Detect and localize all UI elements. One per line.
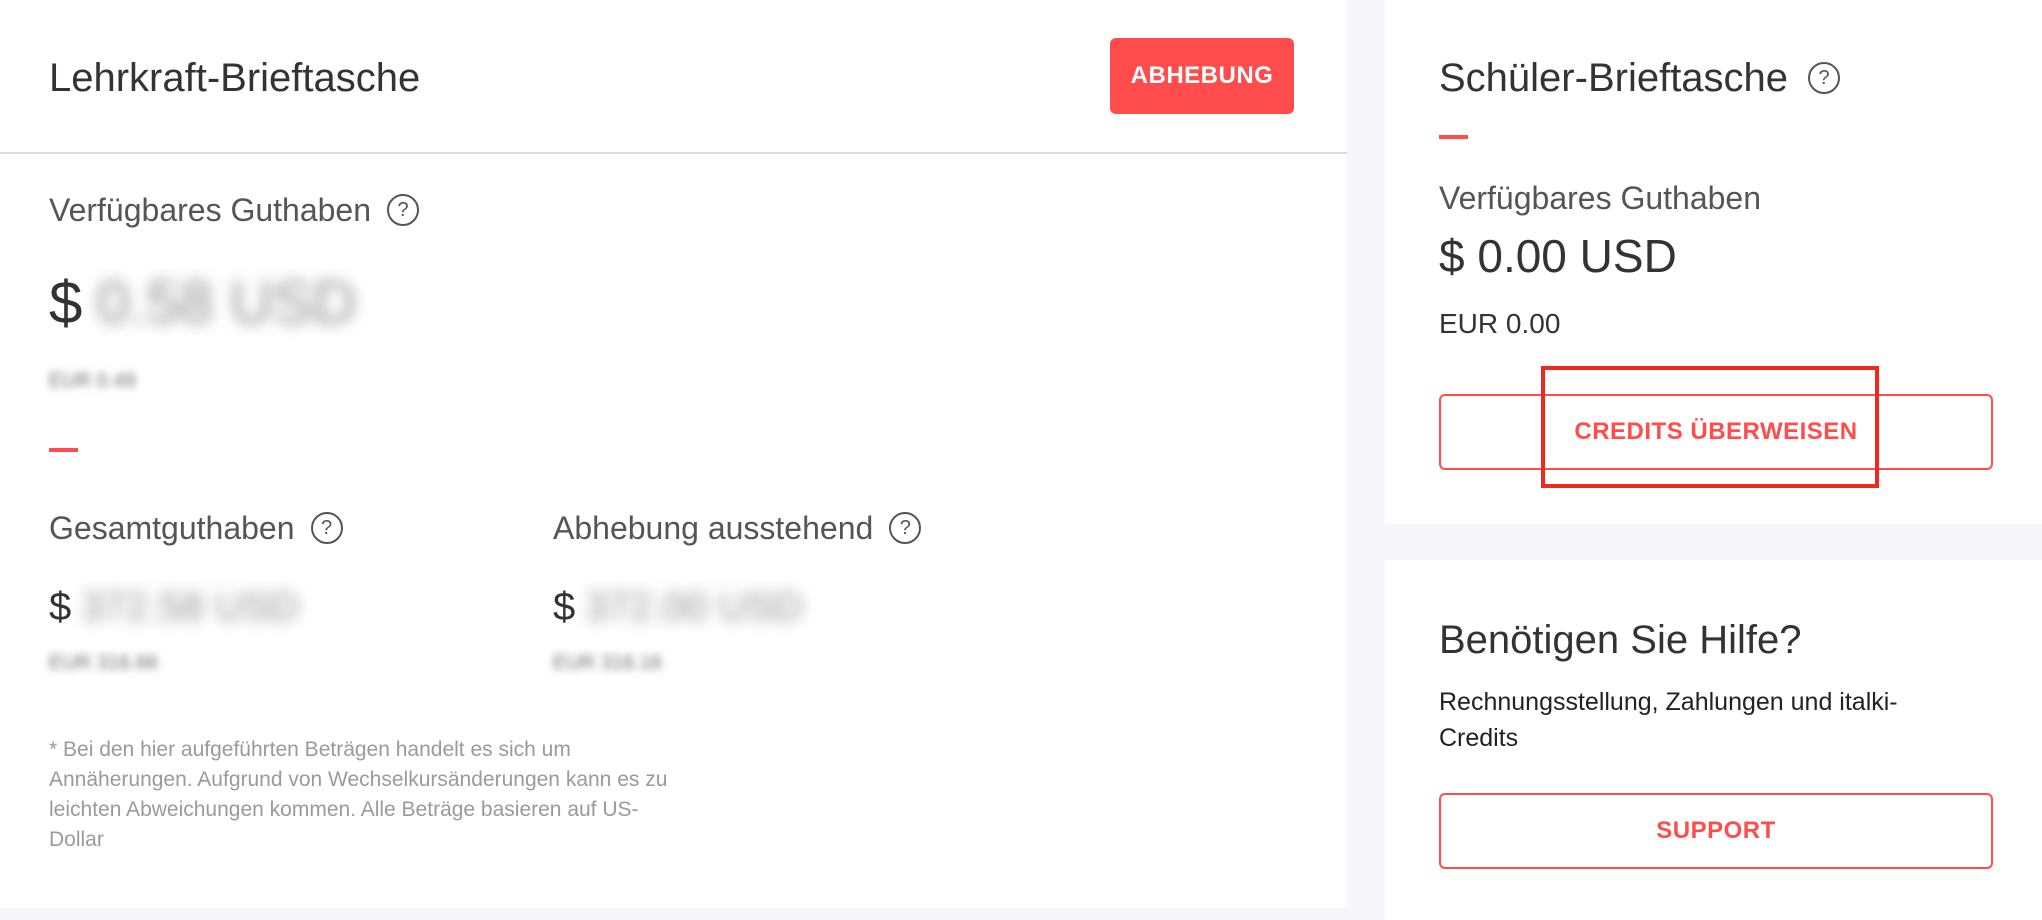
currency-sign: $ [49, 585, 72, 629]
teacher-wallet-header: Lehrkraft-Brieftasche ABHEBUNG [0, 0, 1347, 154]
pending-withdrawal-heading: Abhebung ausstehend ? [553, 508, 922, 548]
help-text: Rechnungsstellung, Zahlungen und italki-… [1439, 688, 1898, 752]
total-balance-value: 372.58 USD [81, 585, 300, 629]
transfer-credits-button[interactable]: CREDITS ÜBERWEISEN [1439, 394, 1993, 470]
total-balance-eur: EUR 316.66 [49, 652, 158, 674]
student-balance-amount: $ 0.00 USD [1439, 230, 1677, 282]
available-balance-eur: EUR 0.49 [49, 370, 136, 392]
support-button[interactable]: SUPPORT [1439, 793, 1993, 869]
student-available-label: Verfügbares Guthaben [1439, 180, 1762, 216]
student-balance-eur: EUR 0.00 [1439, 308, 1561, 339]
help-card: Benötigen Sie Hilfe? Rechnungsstellung, … [1385, 560, 2042, 920]
help-title: Benötigen Sie Hilfe? [1439, 618, 1802, 662]
available-balance-value: 0.58 USD [96, 269, 357, 336]
total-balance-heading: Gesamtguthaben ? [49, 508, 343, 548]
total-balance-amount: $ 372.58 USD [49, 582, 299, 632]
currency-sign: $ [553, 585, 576, 629]
accent-divider [1439, 135, 1468, 139]
student-wallet-title: Schüler-Brieftasche [1439, 56, 1789, 100]
help-icon[interactable]: ? [1808, 62, 1841, 94]
help-icon[interactable]: ? [387, 194, 420, 226]
pending-withdrawal-amount: $ 372.00 USD [553, 582, 803, 632]
teacher-wallet-card: Lehrkraft-Brieftasche ABHEBUNG Verfügbar… [0, 0, 1347, 908]
withdraw-button[interactable]: ABHEBUNG [1110, 38, 1294, 114]
pending-withdrawal-label: Abhebung ausstehend [553, 510, 874, 546]
available-balance-heading: Verfügbares Guthaben ? [49, 190, 420, 230]
pending-withdrawal-eur: EUR 316.16 [553, 652, 662, 674]
currency-sign: $ [49, 269, 83, 336]
total-balance-label: Gesamtguthaben [49, 510, 295, 546]
student-wallet-heading: Schüler-Brieftasche ? [1439, 54, 1841, 102]
exchange-rate-disclaimer: * Bei den hier aufgeführten Beträgen han… [49, 738, 668, 851]
student-wallet-card: Schüler-Brieftasche ? Verfügbares Guthab… [1385, 0, 2042, 524]
accent-divider [49, 448, 78, 452]
pending-withdrawal-value: 372.00 USD [585, 585, 804, 629]
available-balance-amount: $ 0.58 USD [49, 268, 357, 338]
teacher-wallet-title: Lehrkraft-Brieftasche [49, 56, 421, 100]
help-icon[interactable]: ? [310, 512, 343, 544]
available-balance-label: Verfügbares Guthaben [49, 192, 372, 228]
help-icon[interactable]: ? [889, 512, 922, 544]
